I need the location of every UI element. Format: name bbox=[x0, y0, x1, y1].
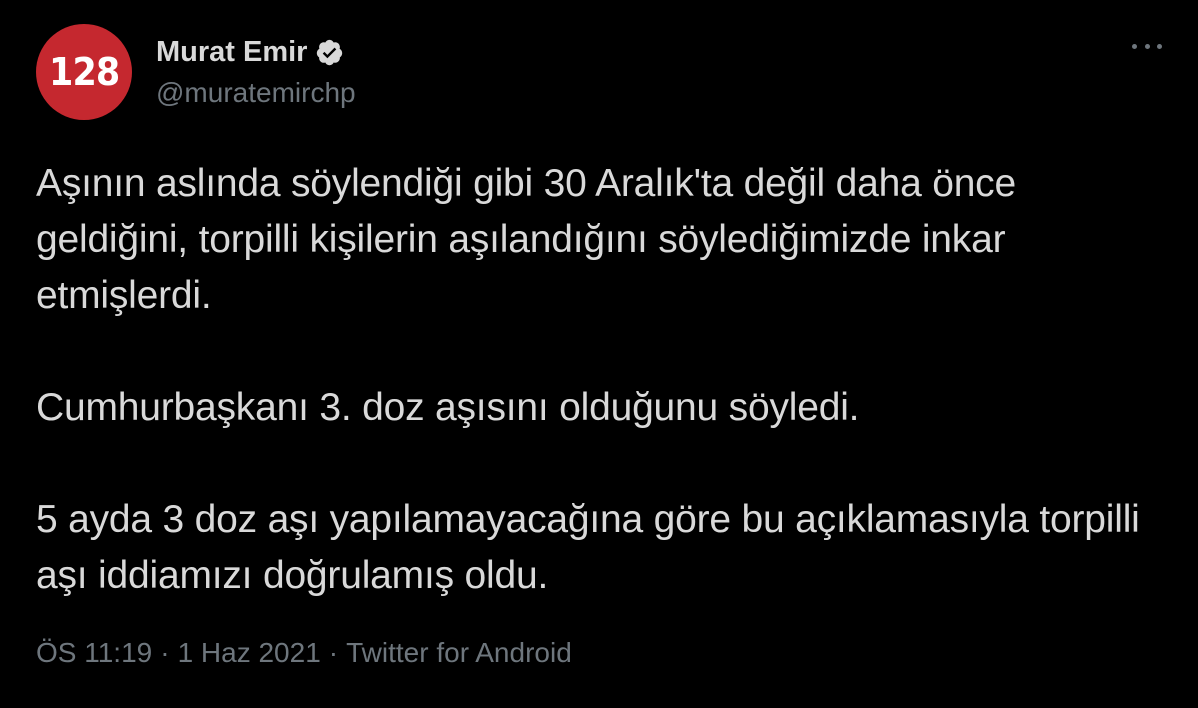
tweet-date[interactable]: 1 Haz 2021 bbox=[178, 637, 321, 668]
more-dot bbox=[1132, 43, 1137, 49]
tweet-paragraph: Cumhurbaşkanı 3. doz aşısını olduğunu sö… bbox=[36, 386, 860, 429]
author-handle[interactable]: @muratemirchp bbox=[156, 76, 356, 110]
more-dot bbox=[1144, 43, 1150, 49]
display-name[interactable]: Murat Emir bbox=[156, 34, 307, 70]
author-name-row[interactable]: Murat Emir bbox=[156, 32, 344, 72]
meta-separator: · bbox=[328, 637, 339, 668]
meta-separator: · bbox=[160, 637, 170, 668]
tweet-text: Aşının aslında söylendiği gibi 30 Aralık… bbox=[36, 156, 1166, 604]
more-options-icon[interactable] bbox=[1132, 38, 1162, 54]
tweet-time[interactable]: ÖS 11:19 bbox=[36, 637, 152, 668]
tweet-meta: ÖS 11:19 · 1 Haz 2021 · Twitter for Android bbox=[36, 634, 572, 672]
avatar-text: 128 bbox=[48, 50, 120, 94]
tweet-paragraph: 5 ayda 3 doz aşı yapılamayacağına göre b… bbox=[36, 498, 1140, 597]
tweet-source[interactable]: Twitter for Android bbox=[346, 637, 572, 668]
verified-badge-icon bbox=[317, 39, 343, 65]
tweet-paragraph: Aşının aslında söylendiği gibi 30 Aralık… bbox=[36, 162, 1016, 317]
tweet-card: 128 Murat Emir @muratemirchp Aşının aslı… bbox=[0, 0, 1198, 708]
more-dot bbox=[1157, 43, 1162, 49]
avatar[interactable]: 128 bbox=[36, 24, 132, 120]
